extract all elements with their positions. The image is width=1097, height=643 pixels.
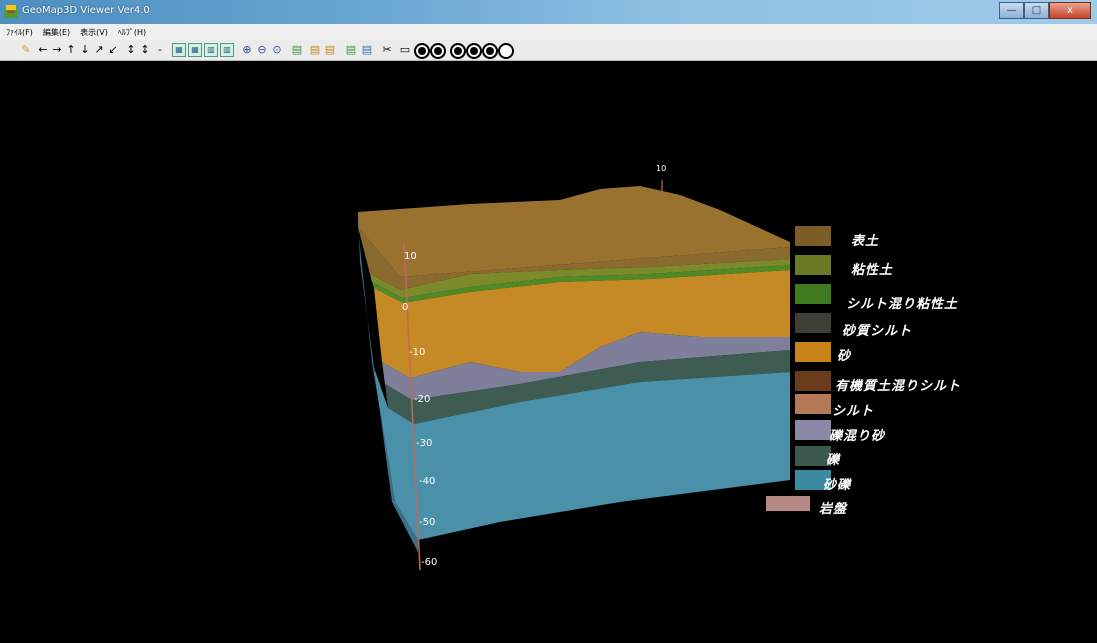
legend-swatch-silty-clay (795, 284, 831, 304)
legend-label-bedrock: 岩盤 (819, 502, 848, 517)
title-bar[interactable]: GeoMap3D Viewer Ver4.0 — □ x (0, 0, 1097, 24)
legend-label-sandy-gravel: 砂礫 (823, 478, 852, 493)
depth-label-minus30: -30 (416, 438, 433, 449)
depth-label-minus40: -40 (419, 476, 436, 487)
circle-icon[interactable] (466, 43, 482, 59)
zoom-in-icon[interactable]: ⊕ (240, 43, 254, 57)
toolbar: ✎ ← → ↑ ↓ ↗ ↙ ↕ ↕ - ▦ ▦ ▥ ▥ ⊕ ⊖ ⊙ ▤ ▤ ▤ … (0, 40, 1097, 61)
layer-icon[interactable]: ▤ (290, 43, 304, 57)
legend-swatch-gravelly-sand (795, 420, 831, 440)
layer-icon[interactable]: ▤ (344, 43, 358, 57)
arrow-up-down-icon[interactable]: ↕ (124, 43, 138, 57)
circle-icon[interactable] (450, 43, 466, 59)
maximize-button[interactable]: □ (1024, 2, 1049, 19)
depth-label-0: 0 (402, 302, 409, 313)
menu-help[interactable]: ﾍﾙﾌﾟ(H) (118, 27, 146, 38)
frame-icon[interactable]: ▦ (188, 43, 202, 57)
top-axis-label: 10 (656, 164, 667, 173)
legend-swatch-clay (795, 255, 831, 275)
legend-label-silty-clay: シルト混り粘性土 (846, 297, 959, 312)
depth-label-minus50: -50 (419, 517, 436, 528)
legend-label-sandy-silt: 砂質シルト (842, 324, 913, 339)
zoom-fit-icon[interactable]: ⊙ (270, 43, 284, 57)
layer-icon[interactable]: ▤ (308, 43, 322, 57)
circle-icon[interactable] (482, 43, 498, 59)
arrow-down-icon[interactable]: ↓ (78, 43, 92, 57)
menu-file[interactable]: ﾌｧｲﾙ(F) (6, 27, 33, 38)
window-controls: — □ x (999, 2, 1091, 19)
legend-label-gravelly-sand: 礫混り砂 (829, 429, 886, 444)
scissors-icon[interactable]: ✂ (380, 43, 394, 57)
geology-block-model[interactable] (0, 62, 1097, 643)
layer-icon[interactable]: ▤ (323, 43, 337, 57)
rect-icon[interactable]: ▭ (398, 43, 412, 57)
close-button[interactable]: x (1049, 2, 1091, 19)
zoom-out-icon[interactable]: ⊖ (255, 43, 269, 57)
minus-icon[interactable]: - (153, 43, 167, 57)
arrow-down-left-icon[interactable]: ↙ (106, 43, 120, 57)
arrow-right-icon[interactable]: → (50, 43, 64, 57)
depth-label-10: 10 (404, 251, 417, 262)
legend-label-topsoil: 表土 (851, 234, 880, 249)
circle-icon[interactable] (414, 43, 430, 59)
legend-swatch-silt (795, 394, 831, 414)
circle-x-icon[interactable] (498, 43, 514, 59)
depth-label-minus10: -10 (409, 347, 426, 358)
arrow-up-icon[interactable]: ↑ (64, 43, 78, 57)
depth-label-minus60: -60 (421, 557, 438, 568)
legend-label-gravel: 礫 (826, 453, 841, 468)
app-icon (4, 5, 18, 18)
3d-viewport[interactable]: 10 0 -10 -20 -30 -40 -50 -60 10 表土 粘性土 シ… (0, 62, 1097, 643)
arrow-up-down-icon[interactable]: ↕ (138, 43, 152, 57)
legend-swatch-bedrock (766, 496, 810, 511)
legend-label-sand: 砂 (837, 349, 852, 364)
legend-swatch-topsoil (795, 226, 831, 246)
legend-label-organic-silt: 有機質土混りシルト (835, 379, 962, 394)
layer-icon[interactable]: ▤ (360, 43, 374, 57)
legend-label-silt: シルト (832, 404, 875, 419)
frame-icon[interactable]: ▦ (172, 43, 186, 57)
window-title: GeoMap3D Viewer Ver4.0 (22, 5, 150, 16)
frame-icon[interactable]: ▥ (220, 43, 234, 57)
frame-icon[interactable]: ▥ (204, 43, 218, 57)
legend-swatch-organic-silt (795, 371, 831, 391)
legend-swatch-sand (795, 342, 831, 362)
legend-swatch-sandy-silt (795, 313, 831, 333)
legend-label-clay: 粘性土 (851, 263, 894, 278)
wand-icon[interactable]: ✎ (19, 43, 33, 57)
minimize-button[interactable]: — (999, 2, 1024, 19)
arrow-left-icon[interactable]: ← (36, 43, 50, 57)
menu-edit[interactable]: 編集(E) (43, 27, 70, 38)
menu-view[interactable]: 表示(V) (80, 27, 108, 38)
menu-bar: ﾌｧｲﾙ(F) 編集(E) 表示(V) ﾍﾙﾌﾟ(H) (0, 24, 1097, 40)
arrow-up-right-icon[interactable]: ↗ (92, 43, 106, 57)
circle-icon[interactable] (430, 43, 446, 59)
depth-label-minus20: -20 (414, 394, 431, 405)
